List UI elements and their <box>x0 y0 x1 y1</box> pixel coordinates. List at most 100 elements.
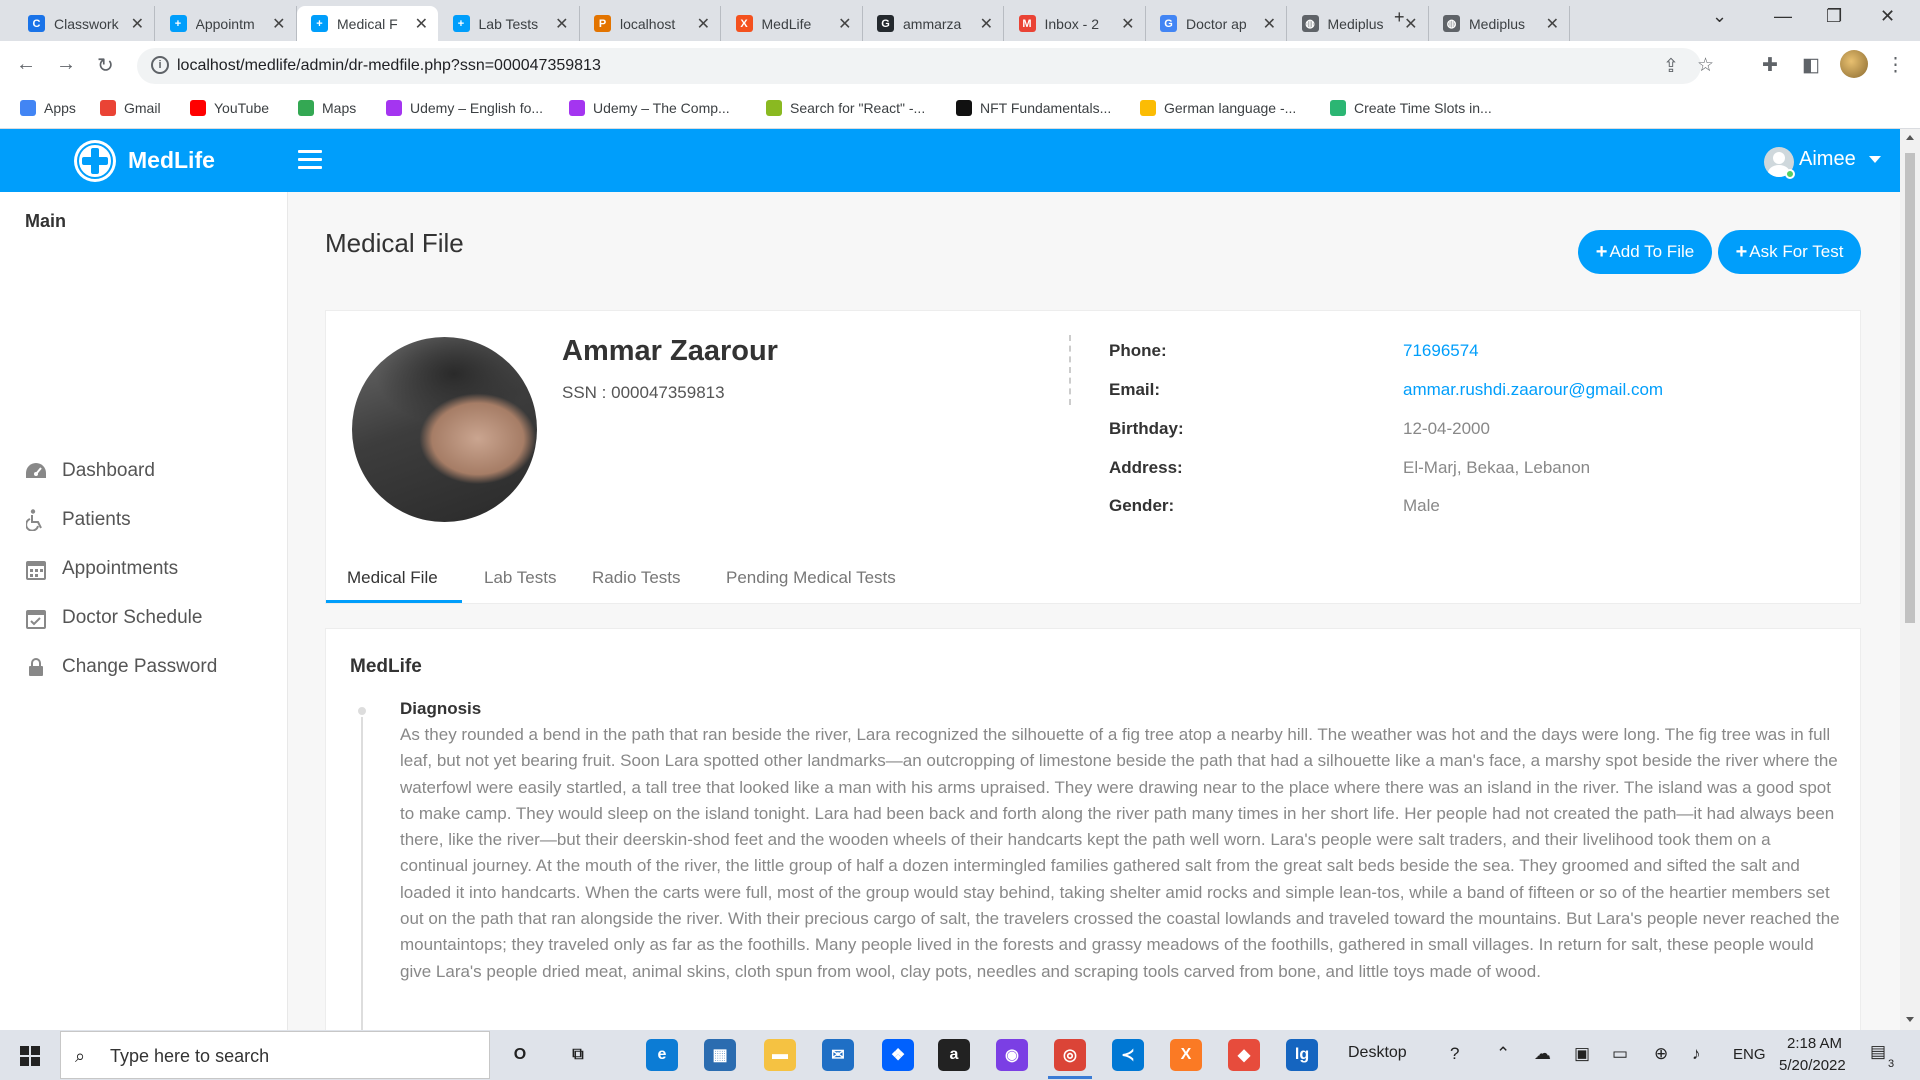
caret-down-icon[interactable] <box>1869 156 1881 163</box>
bookmark-item[interactable]: German language -... <box>1140 100 1296 116</box>
page-scrollbar[interactable] <box>1900 129 1920 1030</box>
forward-icon[interactable]: → <box>56 53 76 76</box>
scrollbar-thumb[interactable] <box>1905 153 1915 623</box>
help-icon[interactable]: ? <box>1450 1044 1459 1064</box>
network-icon[interactable]: ⊕ <box>1654 1044 1668 1064</box>
lg-app-icon[interactable]: lg <box>1286 1039 1318 1071</box>
browser-tab[interactable]: ◍ Mediplus ✕ <box>1288 6 1429 41</box>
bookmark-star-icon[interactable]: ☆ <box>1697 54 1714 77</box>
reload-icon[interactable]: ↻ <box>97 53 114 78</box>
sourcetree-icon[interactable]: ◆ <box>1228 1039 1260 1071</box>
browser-tab[interactable]: Plocalhost ✕ <box>580 6 721 41</box>
browser-tab[interactable]: X MedLife ✕ <box>722 6 863 41</box>
tab-close-icon[interactable]: ✕ <box>415 14 428 34</box>
bookmark-item[interactable]: Gmail <box>100 100 161 116</box>
tab-search-icon[interactable]: ⌄ <box>1712 6 1727 27</box>
browser-tab[interactable]: + Appointm ✕ <box>156 6 297 41</box>
sidebar-item-change-password[interactable]: Change Password <box>24 652 217 682</box>
ask-for-test-button[interactable]: + Ask For Test <box>1718 230 1861 274</box>
sidebar-item-doctor-schedule[interactable]: Doctor Schedule <box>24 603 202 633</box>
firefox-icon[interactable]: ◉ <box>996 1039 1028 1071</box>
sidebar-item-patients[interactable]: Patients <box>24 505 131 535</box>
volume-icon[interactable]: ♪ <box>1692 1044 1701 1064</box>
medlife-logo-icon[interactable] <box>74 140 116 182</box>
clock-time[interactable]: 2:18 AM <box>1787 1035 1842 1052</box>
show-hidden-icons-icon[interactable]: ⌃ <box>1496 1044 1510 1064</box>
tab-close-icon[interactable]: ✕ <box>1404 14 1417 34</box>
bookmark-favicon-icon <box>1330 100 1346 116</box>
side-panel-icon[interactable]: ◧ <box>1802 54 1820 77</box>
bookmark-item[interactable]: Udemy – The Comp... <box>569 100 730 116</box>
browser-tab[interactable]: Gammarza ✕ <box>863 6 1004 41</box>
browser-menu-icon[interactable]: ⋮ <box>1886 54 1905 77</box>
store-icon[interactable]: ▦ <box>704 1039 736 1071</box>
user-menu-name[interactable]: Aimee <box>1799 148 1856 171</box>
phone-value[interactable]: 71696574 <box>1403 341 1479 361</box>
language-indicator[interactable]: ENG <box>1733 1046 1766 1063</box>
browser-tab[interactable]: G Doctor ap ✕ <box>1146 6 1287 41</box>
amazon-icon[interactable]: a <box>938 1039 970 1071</box>
edge-icon[interactable]: e <box>646 1039 678 1071</box>
bookmark-item[interactable]: Udemy – English fo... <box>386 100 543 116</box>
mail-icon[interactable]: ✉ <box>822 1039 854 1071</box>
battery-icon[interactable]: ▭ <box>1612 1044 1628 1064</box>
bookmark-item[interactable]: Create Time Slots in... <box>1330 100 1492 116</box>
tab-close-icon[interactable]: ✕ <box>555 14 568 34</box>
sidebar-item-appointments[interactable]: Appointments <box>24 554 178 584</box>
onedrive-icon[interactable]: ☁ <box>1534 1044 1551 1064</box>
browser-tab[interactable]: C Classwork ✕ <box>14 6 155 41</box>
scroll-up-arrow-icon[interactable] <box>1906 135 1914 140</box>
browser-tab[interactable]: M Inbox - 2 ✕ <box>1005 6 1146 41</box>
tab-close-icon[interactable]: ✕ <box>1546 14 1559 34</box>
bookmark-item[interactable]: YouTube <box>190 100 269 116</box>
add-to-file-button[interactable]: + Add To File <box>1578 230 1712 274</box>
browser-profile-avatar[interactable] <box>1840 50 1868 78</box>
tab-lab-tests[interactable]: Lab Tests <box>484 568 556 588</box>
extensions-icon[interactable]: ✚ <box>1762 54 1778 77</box>
tab-medical-file[interactable]: Medical File <box>347 568 438 588</box>
sidebar-item-dashboard[interactable]: Dashboard <box>24 456 155 486</box>
email-value[interactable]: ammar.rushdi.zaarour@gmail.com <box>1403 380 1663 400</box>
tab-close-icon[interactable]: ✕ <box>697 14 710 34</box>
cortana-icon[interactable]: O <box>504 1039 536 1071</box>
chrome-icon[interactable]: ◎ <box>1054 1039 1086 1071</box>
browser-tab[interactable]: + Lab Tests ✕ <box>439 6 580 41</box>
task-view-icon[interactable]: ⧉ <box>562 1039 594 1071</box>
tab-radio-tests[interactable]: Radio Tests <box>592 568 681 588</box>
brand-name[interactable]: MedLife <box>128 147 215 174</box>
clock-date[interactable]: 5/20/2022 <box>1779 1057 1846 1074</box>
browser-tab[interactable]: ◍ Mediplus ✕ <box>1429 6 1570 41</box>
browser-tab[interactable]: + Medical F ✕ <box>297 6 438 41</box>
minimize-icon[interactable]: — <box>1774 6 1792 27</box>
share-icon[interactable]: ⇪ <box>1663 55 1679 78</box>
xampp-icon[interactable]: X <box>1170 1039 1202 1071</box>
vscode-icon[interactable]: ≺ <box>1112 1039 1144 1071</box>
restore-icon[interactable]: ❐ <box>1826 6 1842 27</box>
desktop-toolbar-label[interactable]: Desktop <box>1348 1044 1407 1062</box>
tab-close-icon[interactable]: ✕ <box>1121 14 1134 34</box>
site-info-icon[interactable]: i <box>151 56 169 74</box>
meet-now-icon[interactable]: ▣ <box>1574 1044 1590 1064</box>
dropbox-icon[interactable]: ❖ <box>882 1039 914 1071</box>
tab-close-icon[interactable]: ✕ <box>980 14 993 34</box>
tab-close-icon[interactable]: ✕ <box>272 14 285 34</box>
back-icon[interactable]: ← <box>16 53 36 76</box>
file-explorer-icon[interactable]: ▬ <box>764 1039 796 1071</box>
address-bar[interactable]: i localhost/medlife/admin/dr-medfile.php… <box>137 48 1714 84</box>
tab-close-icon[interactable]: ✕ <box>1263 14 1276 34</box>
url-text[interactable]: localhost/medlife/admin/dr-medfile.php?s… <box>177 57 601 75</box>
bookmark-item[interactable]: Maps <box>298 100 356 116</box>
bookmark-item[interactable]: Apps <box>20 100 76 116</box>
hamburger-menu-icon[interactable] <box>298 150 322 174</box>
new-tab-button[interactable]: + <box>1394 7 1405 28</box>
scroll-down-arrow-icon[interactable] <box>1906 1017 1914 1022</box>
taskbar-search-input[interactable]: ⌕ Type here to search <box>60 1031 490 1079</box>
close-window-icon[interactable]: ✕ <box>1880 6 1895 27</box>
bookmark-item[interactable]: Search for "React" -... <box>766 100 925 116</box>
bookmark-item[interactable]: NFT Fundamentals... <box>956 100 1111 116</box>
tab-close-icon[interactable]: ✕ <box>838 14 851 34</box>
tab-pending-medical-tests[interactable]: Pending Medical Tests <box>726 568 896 588</box>
tab-close-icon[interactable]: ✕ <box>131 14 144 34</box>
windows-start-icon[interactable] <box>20 1046 40 1066</box>
notifications-icon[interactable]: ▤ <box>1870 1042 1886 1062</box>
